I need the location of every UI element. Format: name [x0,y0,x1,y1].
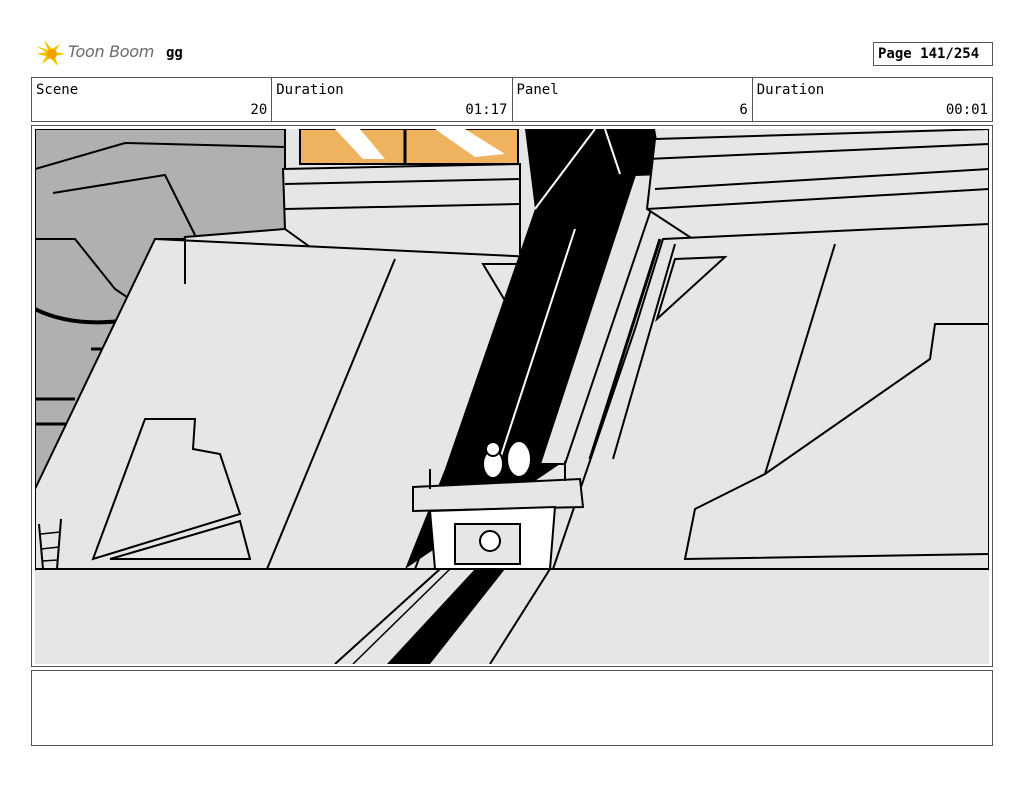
panel-duration-cell: Duration 00:01 [753,78,992,121]
star-burst-icon [36,40,66,66]
panel-drawing [35,129,989,664]
project-name: gg [166,45,183,61]
panel-notes-box [31,670,993,746]
scene-cell: Scene 20 [32,78,273,121]
scene-value: 20 [250,102,268,118]
panel-value: 6 [739,102,748,118]
info-row: Scene 20 Duration 01:17 Panel 6 Duration… [31,77,993,122]
scene-duration-cell: Duration 01:17 [272,78,513,121]
panel-duration-label: Duration [756,82,825,98]
toon-boom-logo: Toon Boom [34,38,164,70]
panel-duration-value: 00:01 [945,102,988,118]
scene-duration-value: 01:17 [465,102,508,118]
logo-text: Toon Boom [68,42,155,61]
scene-duration-label: Duration [276,82,344,98]
panel-label: Panel [516,82,559,98]
storyboard-panel [31,125,993,667]
page-indicator: Page 141/254 [873,42,993,66]
panel-cell: Panel 6 [513,78,753,121]
scene-label: Scene [36,82,79,98]
